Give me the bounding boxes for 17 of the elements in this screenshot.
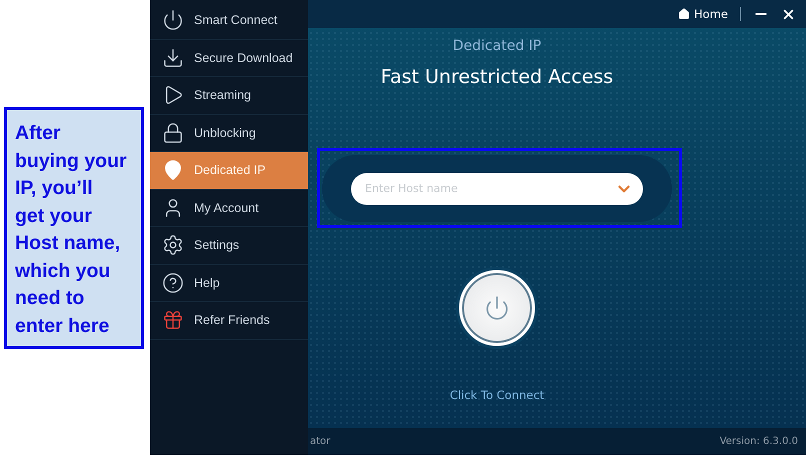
power-icon bbox=[162, 9, 184, 32]
lock-icon bbox=[162, 122, 184, 144]
version-text: Version: 6.3.0.0 bbox=[720, 436, 798, 447]
power-icon bbox=[484, 295, 510, 321]
help-icon bbox=[162, 272, 184, 294]
connect-label: Click To Connect bbox=[450, 388, 544, 402]
page-title: Fast Unrestricted Access bbox=[380, 66, 614, 88]
location-pin-icon bbox=[162, 159, 184, 182]
status-text: ator bbox=[310, 436, 330, 447]
page-subtitle: Dedicated IP bbox=[452, 38, 542, 54]
callout-note: After buying your IP, you’ll get your Host name, which you need to enter here bbox=[4, 107, 144, 349]
gift-icon bbox=[162, 309, 184, 332]
connect-button[interactable] bbox=[459, 270, 535, 346]
download-icon bbox=[162, 46, 184, 69]
home-icon bbox=[678, 8, 690, 20]
home-button[interactable]: Home bbox=[678, 7, 728, 21]
settings-icon bbox=[162, 234, 184, 256]
